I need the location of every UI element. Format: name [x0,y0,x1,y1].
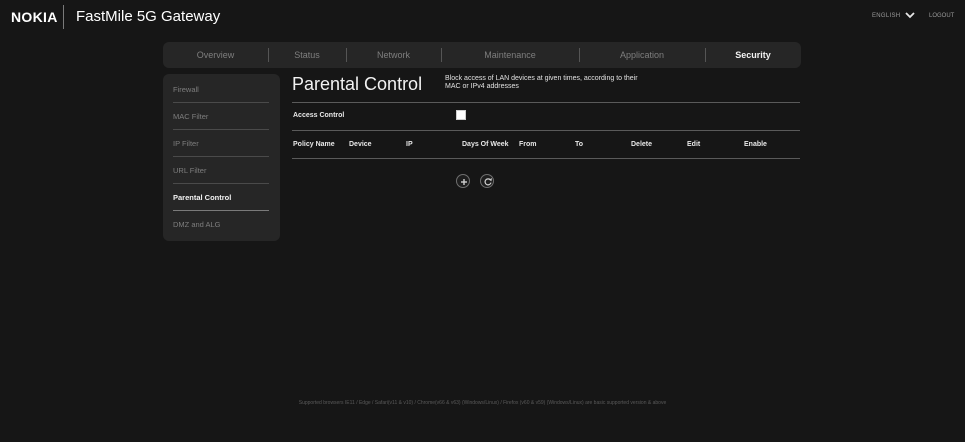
table-header-divider [292,158,800,159]
description-line: Block access of LAN devices at given tim… [445,75,638,82]
column-header-to: To [575,141,584,148]
column-header-policy-name: Policy Name [293,141,335,148]
column-header-ip: IP [406,141,413,148]
sidebar-item-mac-filter[interactable]: MAC Filter [173,103,269,130]
sidebar-item-firewall[interactable]: Firewall [173,76,269,103]
logout-link[interactable]: LOGOUT [929,13,954,19]
access-control-checkbox[interactable] [456,110,466,120]
product-name: FastMile 5G Gateway [76,8,221,25]
description-line: MAC or IPv4 addresses [445,83,519,90]
tab-status[interactable]: Status [268,42,346,68]
section-divider [292,102,800,103]
tab-overview[interactable]: Overview [163,42,268,68]
column-header-delete: Delete [631,141,653,148]
tab-network[interactable]: Network [346,42,441,68]
sidebar-item-url-filter[interactable]: URL Filter [173,157,269,184]
add-policy-button[interactable] [456,174,470,188]
page-title: Parental Control [292,74,423,94]
tab-application[interactable]: Application [579,42,705,68]
security-sidebar: Firewall MAC Filter IP Filter URL Filter… [163,74,280,241]
sidebar-item-parental-control[interactable]: Parental Control [173,184,269,211]
refresh-icon [484,178,492,186]
column-header-days-of-week: Days Of Week [462,141,509,148]
main-tab-bar: Overview Status Network Maintenance Appl… [163,42,801,68]
column-header-edit: Edit [687,141,701,148]
sidebar-item-dmz-and-alg[interactable]: DMZ and ALG [173,211,269,238]
tab-maintenance[interactable]: Maintenance [441,42,579,68]
logo-divider [63,5,64,29]
chevron-down-icon[interactable] [905,11,915,19]
column-header-enable: Enable [744,141,767,148]
language-selector[interactable]: ENGLISH [872,13,900,19]
column-header-device: Device [349,141,372,148]
refresh-button[interactable] [480,174,494,188]
column-header-from: From [519,141,537,148]
brand-logo: NOKIA [11,9,58,25]
tab-security[interactable]: Security [705,42,801,68]
access-control-label: Access Control [293,112,345,119]
supported-browsers-note: Supported browsers IE11 / Edge / Safari(… [298,400,667,406]
plus-icon [461,179,467,185]
sidebar-item-ip-filter[interactable]: IP Filter [173,130,269,157]
top-bar: NOKIA FastMile 5G Gateway ENGLISH LOGOUT [0,0,965,36]
section-divider [292,130,800,131]
page-description: Block access of LAN devices at given tim… [445,75,695,91]
